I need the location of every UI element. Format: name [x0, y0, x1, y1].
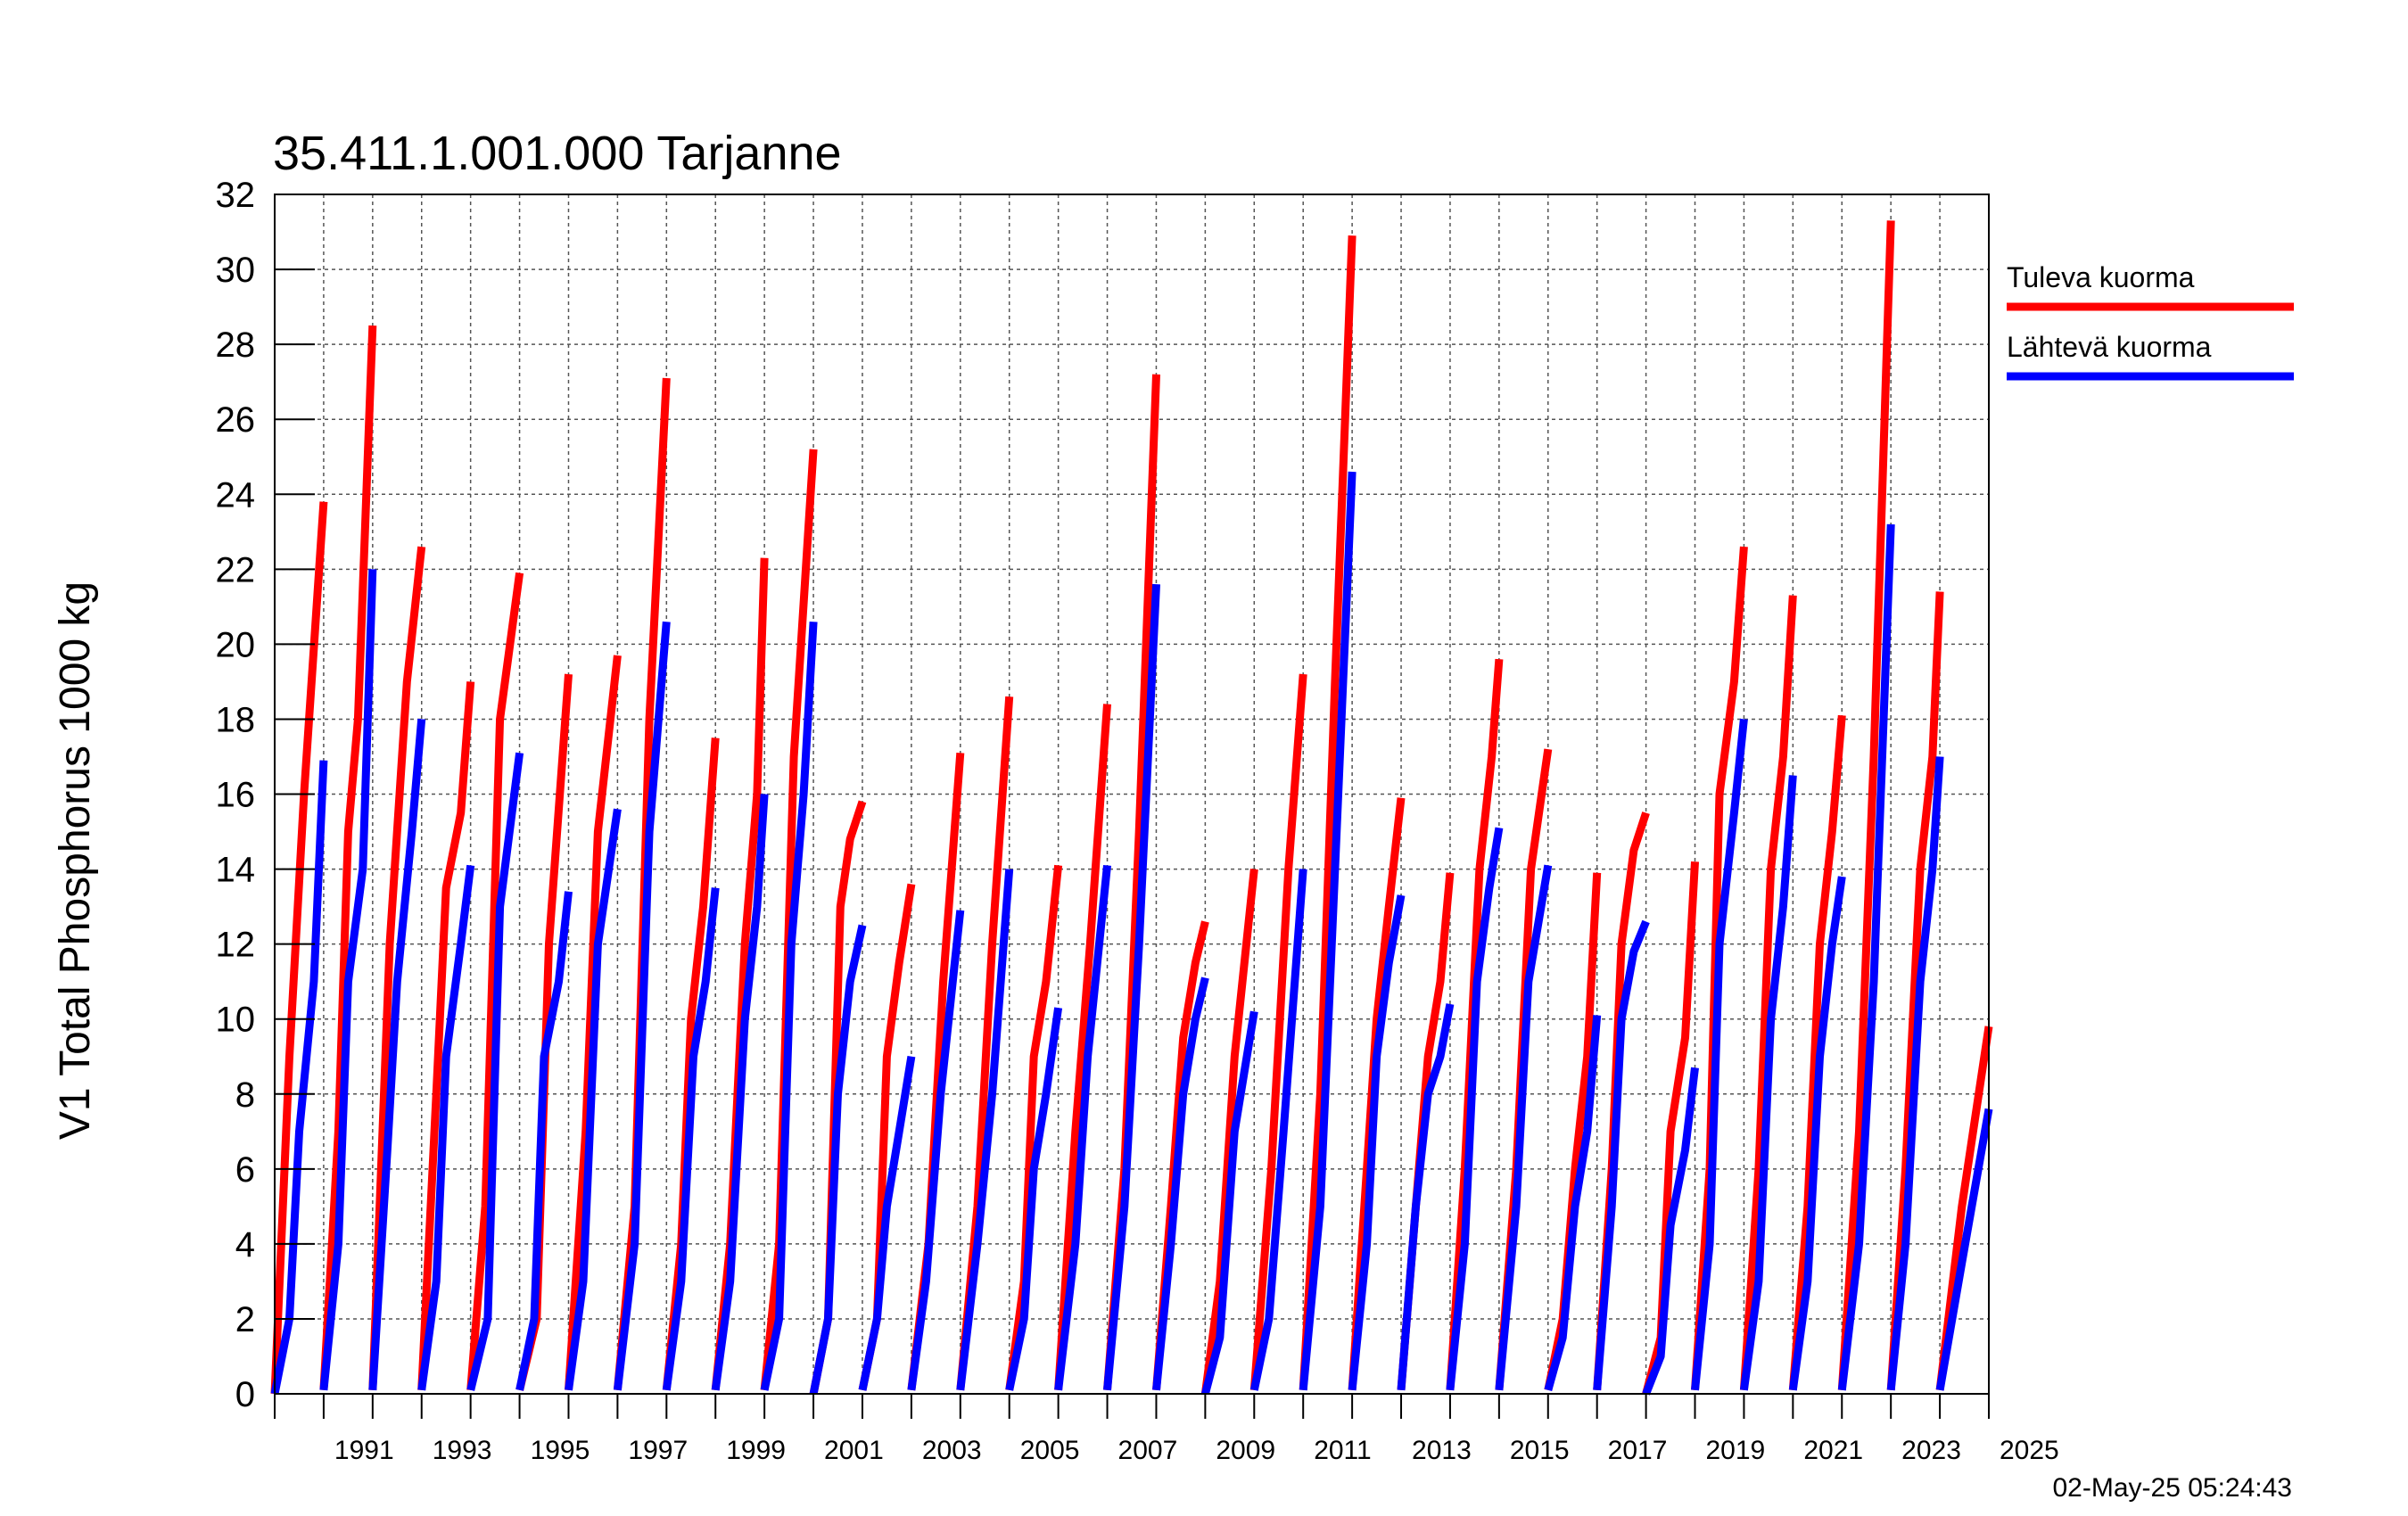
y-tick-label: 10 — [216, 1001, 256, 1040]
x-tick-label: 2003 — [922, 1436, 982, 1465]
y-tick-label: 22 — [216, 550, 256, 589]
y-tick-label: 14 — [216, 851, 256, 890]
x-tick-label: 1991 — [334, 1436, 394, 1465]
legend-label-incoming: Tuleva kuorma — [2007, 261, 2195, 293]
y-tick-label: 18 — [216, 700, 256, 739]
x-tick-label: 2001 — [824, 1436, 884, 1465]
x-tick-label: 2025 — [2000, 1436, 2059, 1465]
x-tick-label: 2007 — [1118, 1436, 1178, 1465]
x-tick-label: 2013 — [1412, 1436, 1472, 1465]
x-tick-label: 2017 — [1608, 1436, 1668, 1465]
x-tick-label: 2005 — [1020, 1436, 1080, 1465]
x-tick-label: 2011 — [1314, 1436, 1372, 1465]
load-chart: 024681012141618202224262830321991 1993 199… — [0, 0, 2408, 1516]
y-tick-label: 28 — [216, 325, 256, 365]
y-axis-label: V1 Total Phosphorus 1000 kg — [52, 581, 99, 1140]
y-tick-label: 26 — [216, 400, 256, 440]
chart-background — [0, 0, 2408, 1516]
y-tick-label: 8 — [235, 1075, 255, 1115]
chart-title: 35.411.1.001.000 Tarjanne — [273, 127, 842, 180]
y-tick-label: 30 — [216, 251, 256, 290]
timestamp: 02-May-25 05:24:43 — [2052, 1473, 2292, 1503]
x-tick-label: 2019 — [1706, 1436, 1766, 1465]
x-tick-label: 2015 — [1510, 1436, 1570, 1465]
x-tick-label: 1993 — [433, 1436, 492, 1465]
y-tick-label: 16 — [216, 776, 256, 815]
x-tick-label: 2023 — [1901, 1436, 1961, 1465]
y-tick-label: 0 — [235, 1375, 255, 1414]
y-tick-label: 20 — [216, 625, 256, 664]
x-tick-label: 2009 — [1216, 1436, 1275, 1465]
y-tick-label: 32 — [216, 176, 256, 215]
y-tick-label: 6 — [235, 1150, 255, 1190]
x-tick-label: 1999 — [726, 1436, 786, 1465]
x-tick-label: 2021 — [1803, 1436, 1863, 1465]
y-tick-label: 2 — [235, 1300, 255, 1339]
x-tick-label: 1995 — [531, 1436, 590, 1465]
x-tick-label: 1997 — [628, 1436, 688, 1465]
legend-label-outgoing: Lähtevä kuorma — [2007, 331, 2212, 363]
y-tick-label: 24 — [216, 475, 256, 515]
y-tick-label: 12 — [216, 926, 256, 965]
y-tick-label: 4 — [235, 1225, 255, 1265]
